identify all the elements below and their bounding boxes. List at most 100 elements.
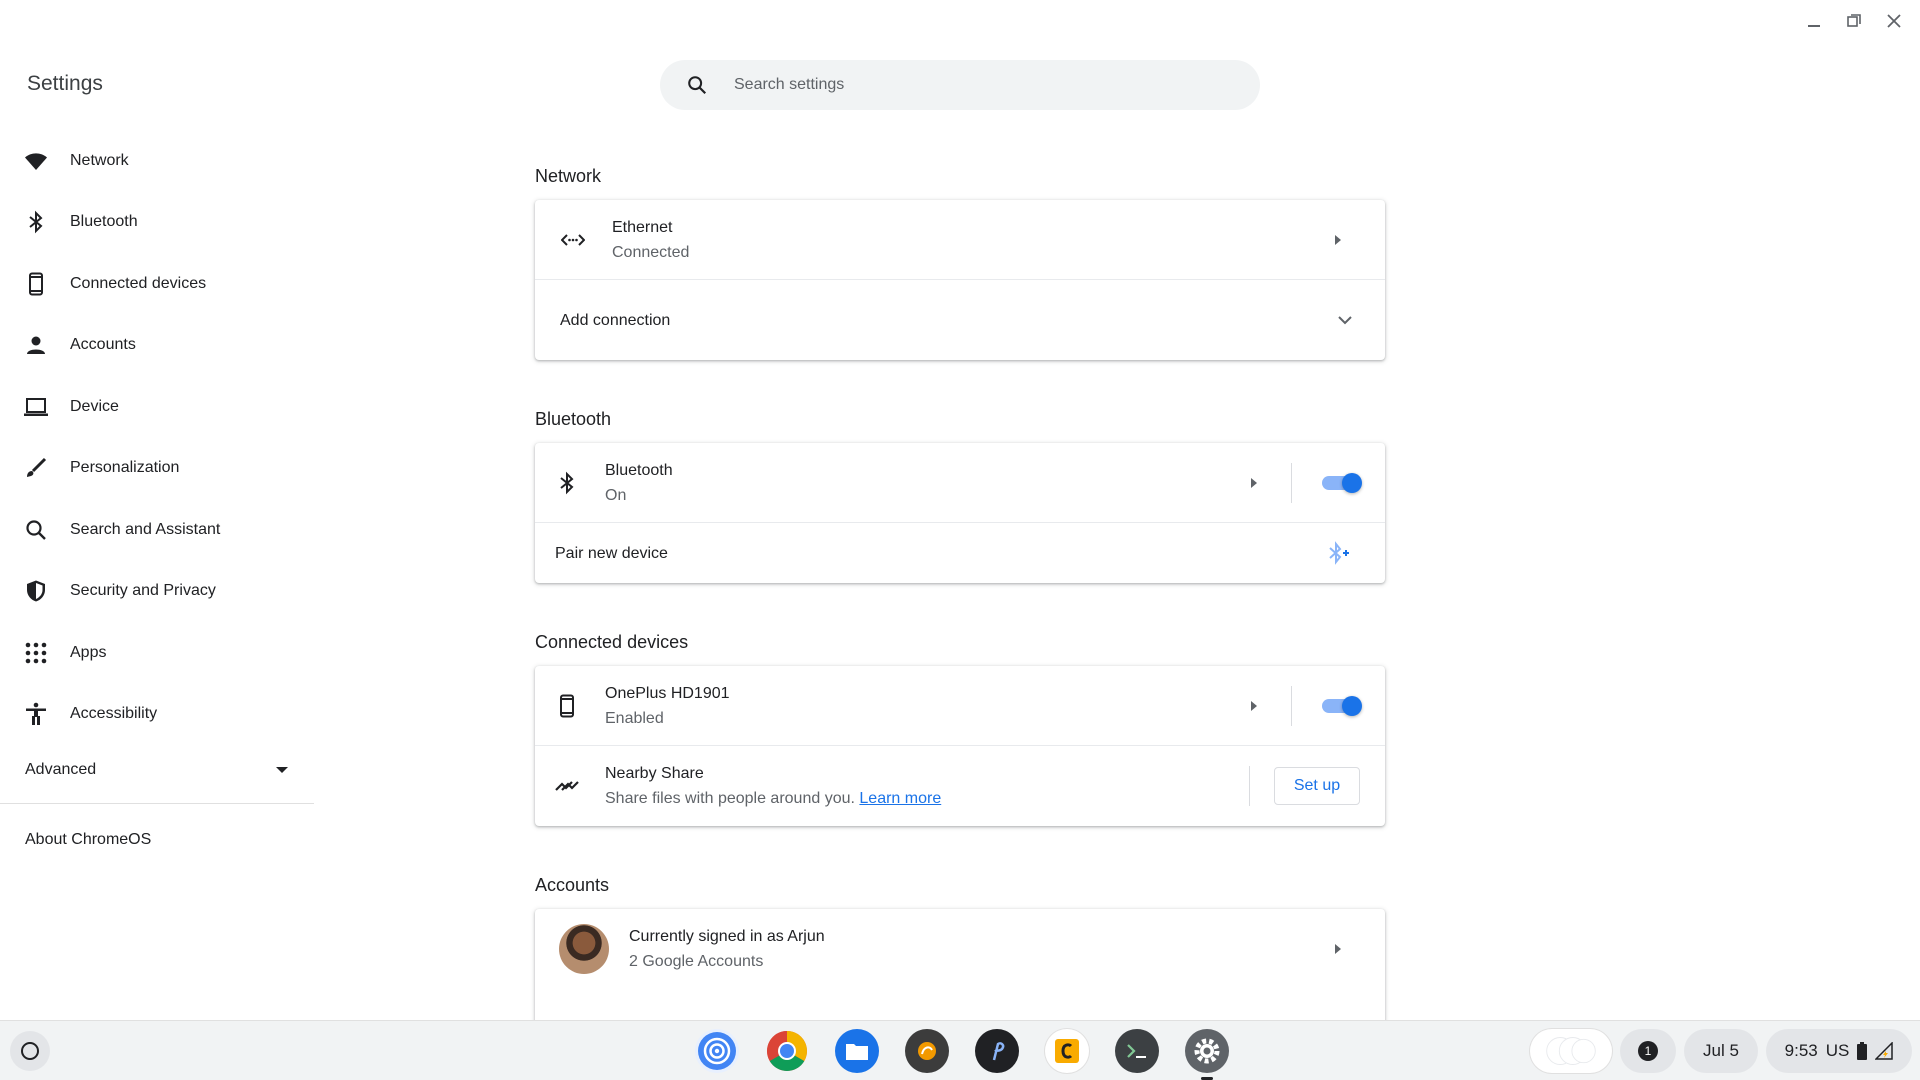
search-bar[interactable] [660, 60, 1260, 110]
app-icon[interactable] [1045, 1029, 1089, 1073]
separator [1291, 685, 1292, 726]
battery-icon [1857, 1042, 1868, 1060]
nearby-share-row[interactable]: Nearby Share Share files with people aro… [535, 746, 1385, 826]
account-count: 2 Google Accounts [629, 953, 764, 970]
account-row[interactable]: Currently signed in as Arjun 2 Google Ac… [535, 909, 1385, 989]
time-label: 9:53 [1784, 1041, 1818, 1060]
phone-icon [24, 272, 48, 296]
ethernet-icon [561, 228, 585, 252]
signal-icon [1875, 1042, 1894, 1060]
section-title-bluetooth: Bluetooth [535, 408, 612, 429]
chevron-right-icon[interactable] [1244, 696, 1264, 716]
chevron-right-icon[interactable] [1328, 939, 1348, 959]
separator [1291, 462, 1292, 503]
chrome-icon[interactable] [765, 1029, 809, 1073]
add-connection-row[interactable]: Add connection [535, 280, 1385, 360]
locale-label: US [1825, 1041, 1850, 1060]
search-icon [24, 518, 48, 542]
person-icon [24, 333, 48, 357]
status-tray: 1 Jul 5 9:53 US [1530, 1029, 1912, 1073]
ethernet-row[interactable]: Ethernet Connected [535, 200, 1385, 280]
chevron-right-icon[interactable] [1244, 473, 1264, 493]
date-pill[interactable]: Jul 5 [1684, 1029, 1758, 1073]
date-label: Jul 5 [1703, 1041, 1739, 1060]
notification-count: 1 [1638, 1041, 1658, 1061]
accounts-card: Currently signed in as Arjun 2 Google Ac… [535, 909, 1385, 1020]
sidebar-item-apps[interactable]: Apps [0, 622, 314, 684]
learn-more-link[interactable]: Learn more [859, 790, 941, 807]
nearby-share-description-line: Share files with people around you. Lear… [605, 786, 1249, 811]
quick-settings-pill[interactable]: 9:53 US [1766, 1029, 1912, 1073]
apps-grid-icon [24, 641, 48, 665]
app-icon[interactable] [905, 1029, 949, 1073]
shield-icon [24, 579, 48, 603]
bluetooth-row[interactable]: Bluetooth On [535, 443, 1385, 523]
sidebar-item-accessibility[interactable]: Accessibility [0, 684, 314, 746]
phone-icon [555, 694, 579, 718]
holding-space-icon [1546, 1037, 1596, 1065]
sidebar-item-accounts[interactable]: Accounts [0, 315, 314, 377]
close-button[interactable] [1874, 8, 1914, 34]
avatar [559, 924, 609, 974]
bluetooth-add-icon[interactable] [1327, 541, 1351, 565]
sidebar-item-security-and-privacy[interactable]: Security and Privacy [0, 561, 314, 623]
nearby-share-description: Share files with people around you. [605, 790, 855, 807]
podcast-icon[interactable] [695, 1029, 739, 1073]
signed-in-label: Currently signed in as Arjun [629, 928, 825, 945]
sidebar-item-bluetooth[interactable]: Bluetooth [0, 192, 314, 254]
minimize-icon [1808, 25, 1820, 27]
set-up-button[interactable]: Set up [1274, 767, 1360, 805]
accessibility-icon [24, 702, 48, 726]
sidebar-item-personalization[interactable]: Personalization [0, 438, 314, 500]
restore-button[interactable] [1834, 8, 1874, 34]
minimize-button[interactable] [1794, 8, 1834, 34]
bluetooth-icon [24, 210, 48, 234]
settings-icon[interactable] [1185, 1029, 1229, 1080]
phone-row[interactable]: OnePlus HD1901 Enabled [535, 666, 1385, 746]
bluetooth-toggle[interactable] [1320, 472, 1362, 494]
launcher-button[interactable] [10, 1031, 50, 1071]
advanced-toggle[interactable]: Advanced [0, 745, 314, 795]
pair-new-device-row[interactable]: Pair new device [535, 523, 1385, 583]
sidebar-item-label: Accounts [70, 336, 136, 354]
phone-hub-toggle[interactable] [1320, 695, 1362, 717]
search-input[interactable] [734, 76, 1214, 94]
terminal-icon[interactable] [1115, 1029, 1159, 1073]
notification-pill[interactable]: 1 [1620, 1029, 1676, 1073]
files-icon[interactable] [835, 1029, 879, 1073]
chevron-right-icon[interactable] [1328, 230, 1348, 250]
pair-new-device-label: Pair new device [555, 544, 668, 562]
holding-space-pill[interactable] [1530, 1029, 1612, 1073]
chevron-down-icon[interactable] [1335, 310, 1355, 330]
sidebar-item-label: Search and Assistant [70, 520, 221, 538]
connected-devices-card: OnePlus HD1901 Enabled Nearby Share Shar… [535, 666, 1385, 826]
sidebar-item-about[interactable]: About ChromeOS [0, 804, 314, 876]
sidebar-item-label: Apps [70, 643, 107, 661]
window-controls [1794, 8, 1914, 34]
sidebar: Network Bluetooth Connected devices Acco… [0, 130, 314, 876]
ethernet-name: Ethernet [612, 218, 673, 236]
sidebar-item-network[interactable]: Network [0, 130, 314, 192]
bluetooth-status: On [605, 486, 627, 504]
wifi-icon [24, 149, 48, 173]
search-icon [688, 76, 707, 95]
caret-down-icon [276, 767, 288, 773]
bluetooth-name: Bluetooth [605, 461, 673, 479]
sidebar-item-label: Bluetooth [70, 213, 138, 231]
sidebar-item-search-and-assistant[interactable]: Search and Assistant [0, 499, 314, 561]
main-content: Network Ethernet Connected Add connectio… [535, 150, 1385, 1020]
sidebar-item-label: Device [70, 397, 119, 415]
laptop-icon [24, 395, 48, 419]
sidebar-item-label: Network [70, 151, 129, 169]
sidebar-item-connected-devices[interactable]: Connected devices [0, 253, 314, 315]
advanced-label: Advanced [25, 761, 97, 778]
separator [1249, 766, 1250, 806]
shelf-apps [695, 1029, 1229, 1080]
nearby-share-icon [555, 774, 579, 798]
add-connection-label: Add connection [560, 311, 671, 329]
phone-status: Enabled [605, 709, 664, 727]
sidebar-item-label: Connected devices [70, 274, 207, 292]
app-icon[interactable] [975, 1029, 1019, 1073]
sidebar-item-device[interactable]: Device [0, 376, 314, 438]
close-icon [1887, 14, 1901, 28]
